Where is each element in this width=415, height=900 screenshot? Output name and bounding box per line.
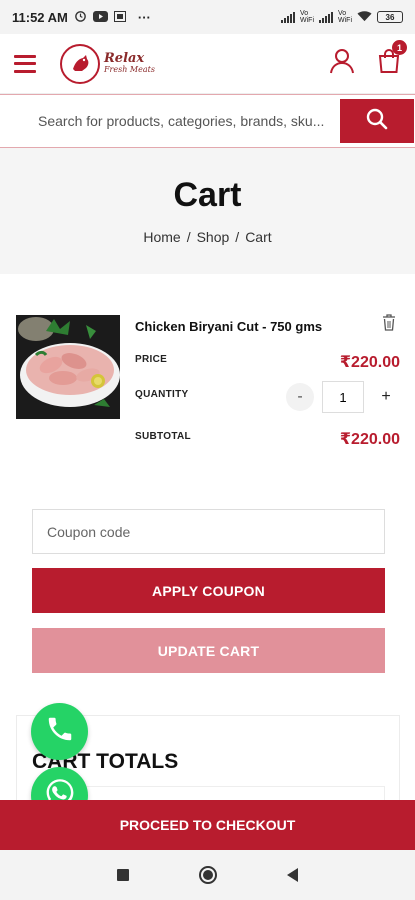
proceed-to-checkout-button[interactable]: PROCEED TO CHECKOUT <box>0 800 415 850</box>
signal-icon-2 <box>319 11 333 23</box>
phone-call-button[interactable] <box>31 703 88 760</box>
phone-icon <box>45 714 75 749</box>
user-icon[interactable] <box>329 48 355 79</box>
breadcrumb-separator: / <box>235 229 240 245</box>
shopping-bag-icon <box>377 49 401 78</box>
breadcrumb-cart: Cart <box>245 229 272 245</box>
subtotal-label: SUBTOTAL <box>135 431 191 442</box>
wifi-icon <box>357 10 372 25</box>
breadcrumb: Home / Shop / Cart <box>0 229 415 245</box>
home-icon[interactable] <box>199 866 217 884</box>
hamburger-menu-icon[interactable] <box>14 54 36 73</box>
search-bar <box>0 94 415 148</box>
cart-button[interactable]: 1 <box>377 40 407 79</box>
price-label: PRICE <box>135 354 168 365</box>
more-notifications-icon: ··· <box>137 9 151 25</box>
page-title: Cart <box>173 176 242 214</box>
product-image[interactable] <box>16 315 120 419</box>
alarm-icon <box>74 9 87 25</box>
status-bar: 11:52 AM ··· Vo WiFi Vo WiFi 36 <box>0 0 415 34</box>
apply-coupon-button[interactable]: APPLY COUPON <box>32 568 385 613</box>
search-button[interactable] <box>340 99 414 143</box>
breadcrumb-separator: / <box>186 229 191 245</box>
logo[interactable]: Relax Fresh Meats <box>60 43 155 84</box>
subtotal-value: ₹220.00 <box>339 431 400 448</box>
system-navigation-bar <box>0 850 415 900</box>
logo-text: Relax <box>104 50 145 66</box>
status-time: 11:52 AM <box>12 9 68 25</box>
price-value: ₹220.00 <box>339 354 400 371</box>
logo-subtext: Fresh Meats <box>104 64 155 74</box>
signal-icon <box>281 11 295 23</box>
back-icon[interactable] <box>287 868 298 882</box>
battery-icon: 36 <box>377 11 403 23</box>
product-name[interactable]: Chicken Biryani Cut - 750 gms <box>135 319 322 334</box>
quantity-input[interactable] <box>322 381 364 413</box>
recent-apps-icon[interactable] <box>117 869 129 881</box>
vowifi-label-2: Vo WiFi <box>338 10 352 24</box>
quantity-stepper: - + <box>286 381 400 413</box>
quantity-label: QUANTITY <box>135 389 189 400</box>
update-cart-button[interactable]: UPDATE CART <box>32 628 385 673</box>
cart-count-badge: 1 <box>392 40 407 55</box>
youtube-icon <box>92 10 108 25</box>
search-input[interactable] <box>0 98 340 144</box>
cart-item: Chicken Biryani Cut - 750 gms PRICE ₹220… <box>16 312 400 452</box>
search-icon <box>366 108 388 135</box>
site-header: Relax Fresh Meats 1 <box>0 34 415 94</box>
page-header: Cart Home / Shop / Cart <box>0 148 415 274</box>
vowifi-label: Vo WiFi <box>300 10 314 24</box>
breadcrumb-shop[interactable]: Shop <box>197 229 230 245</box>
logo-emblem-icon <box>60 43 100 84</box>
coupon-code-input[interactable] <box>32 509 385 554</box>
notification-icon <box>113 10 126 25</box>
breadcrumb-home[interactable]: Home <box>143 229 180 245</box>
quantity-decrease-button[interactable]: - <box>286 383 314 411</box>
quantity-increase-button[interactable]: + <box>372 383 400 411</box>
trash-icon[interactable] <box>382 314 396 336</box>
